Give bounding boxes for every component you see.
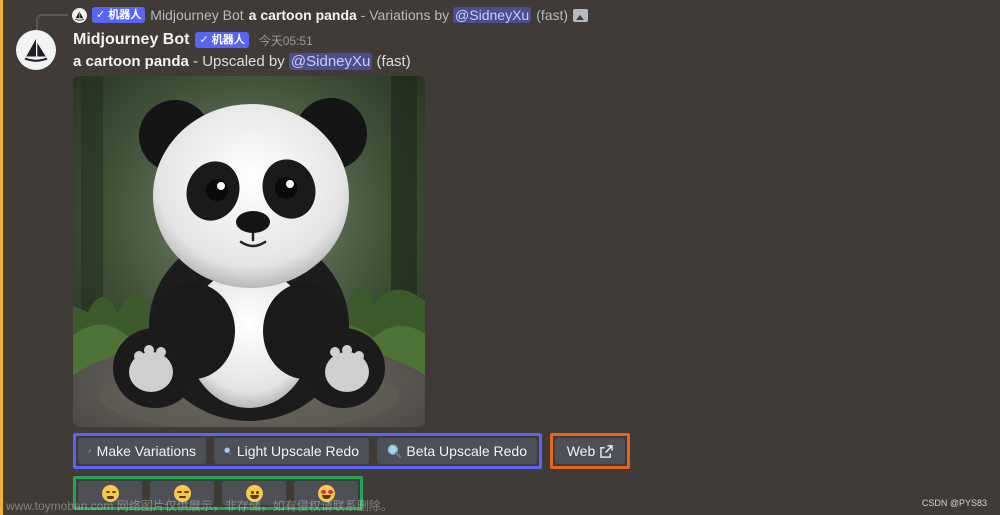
- reply-mention[interactable]: @SidneyXu: [453, 7, 532, 23]
- magnifier-icon: [224, 447, 232, 455]
- upscale-actions-group: Make Variations Light Upscale Redo Beta …: [73, 433, 542, 469]
- beta-upscale-redo-label: Beta Upscale Redo: [406, 443, 527, 459]
- make-variations-button[interactable]: Make Variations: [78, 438, 206, 464]
- username[interactable]: Midjourney Bot: [73, 31, 189, 49]
- message-header: Midjourney Bot ✓ 机器人 今天05:51: [73, 31, 313, 49]
- magic-wand-icon: [88, 449, 92, 453]
- reply-speed: (fast): [536, 7, 569, 23]
- credit-text: CSDN @PYS83: [921, 498, 987, 508]
- prompt-text: a cartoon panda: [73, 53, 189, 70]
- web-link-group: Web: [550, 433, 630, 469]
- image-attachment-icon: [573, 8, 589, 22]
- web-link-button[interactable]: Web: [555, 438, 625, 464]
- reply-prompt: a cartoon panda: [248, 7, 357, 23]
- reply-reference[interactable]: ✓ 机器人 Midjourney Bot a cartoon panda - V…: [72, 6, 589, 24]
- watermark-text: www.toymoban.com 网络图片仅供展示，非存储，如有侵权请联系删除。: [6, 499, 393, 513]
- message-content: a cartoon panda - Upscaled by @SidneyXu …: [73, 53, 411, 70]
- reply-bot-name[interactable]: Midjourney Bot: [150, 7, 243, 23]
- action-text: - Upscaled by: [188, 53, 289, 70]
- user-mention[interactable]: @SidneyXu: [288, 53, 373, 70]
- external-link-icon: [600, 444, 614, 458]
- speed-text: (fast): [376, 53, 411, 70]
- light-upscale-redo-button[interactable]: Light Upscale Redo: [214, 438, 369, 464]
- bot-badge: ✓ 机器人: [195, 32, 249, 48]
- reply-bot-badge: ✓ 机器人: [92, 7, 146, 23]
- action-button-row: Make Variations Light Upscale Redo Beta …: [73, 433, 630, 469]
- new-message-accent-bar: [0, 0, 3, 515]
- reply-spine: [36, 14, 68, 30]
- timestamp[interactable]: 今天05:51: [259, 32, 313, 49]
- web-link-label: Web: [566, 443, 596, 459]
- reply-avatar: [72, 7, 87, 23]
- bot-avatar[interactable]: [16, 30, 56, 70]
- beta-upscale-redo-button[interactable]: Beta Upscale Redo: [377, 438, 537, 464]
- reply-action-text: - Variations by: [356, 7, 454, 23]
- magnifier-icon: [387, 444, 402, 458]
- make-variations-label: Make Variations: [96, 443, 196, 459]
- cartoon-panda-image: [73, 76, 425, 427]
- upscaled-image[interactable]: [73, 76, 425, 427]
- light-upscale-redo-label: Light Upscale Redo: [236, 443, 359, 459]
